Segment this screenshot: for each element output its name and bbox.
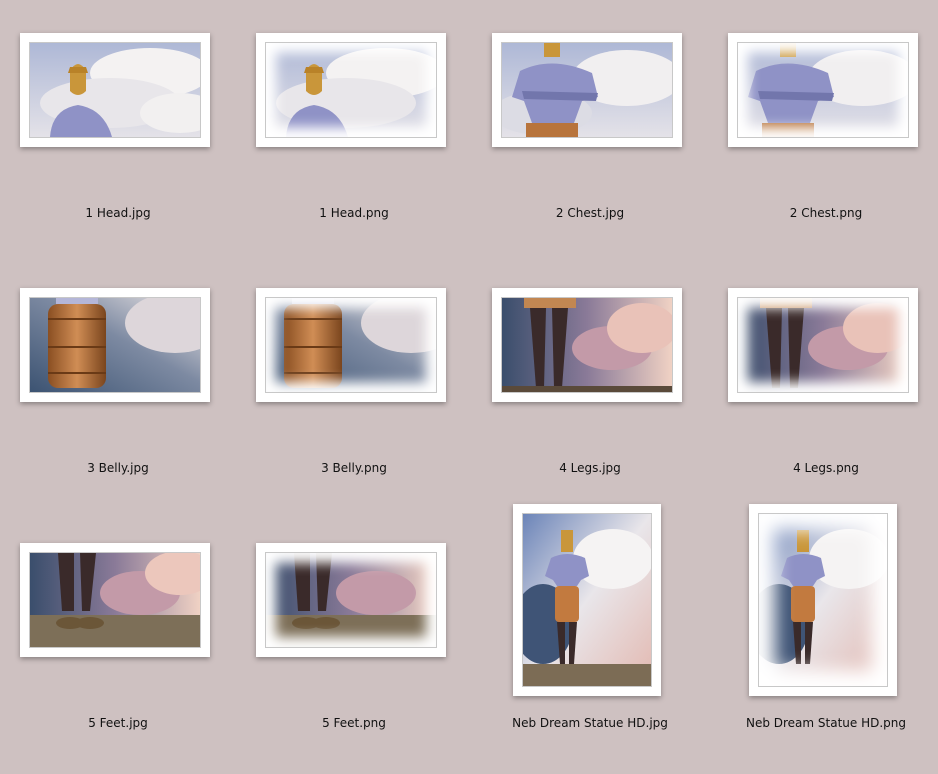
image-thumbnail[interactable] — [492, 33, 682, 147]
image-thumbnail[interactable] — [20, 543, 210, 657]
file-item[interactable]: 5 Feet.png — [236, 510, 472, 765]
feet-image — [265, 552, 437, 648]
file-item[interactable]: 5 Feet.jpg — [0, 510, 236, 765]
full-statue-image — [758, 513, 888, 687]
file-name-label: 3 Belly.jpg — [87, 461, 149, 475]
file-name-label: Neb Dream Statue HD.jpg — [512, 716, 668, 730]
file-item[interactable]: Neb Dream Statue HD.jpg — [472, 504, 708, 765]
file-item[interactable]: 3 Belly.png — [236, 255, 472, 510]
feet-image — [29, 552, 201, 648]
file-name-label: 2 Chest.jpg — [555, 206, 625, 220]
file-item[interactable]: 2 Chest.png — [708, 0, 938, 255]
legs-image — [737, 297, 909, 393]
head-image — [29, 42, 201, 138]
image-thumbnail[interactable] — [513, 504, 661, 696]
file-icon-grid: 1 Head.jpg 1 Head.png 2 Chest.jpg 2 Ches… — [0, 0, 938, 774]
chest-image — [737, 42, 909, 138]
file-name-label: 1 Head.jpg — [85, 206, 151, 220]
file-name-label: 3 Belly.png — [321, 461, 387, 475]
file-name-label: 5 Feet.png — [322, 716, 386, 730]
file-item[interactable]: 2 Chest.jpg — [472, 0, 708, 255]
full-statue-image — [522, 513, 652, 687]
file-name-label: Neb Dream Statue HD.png — [745, 716, 907, 730]
file-name-label: 5 Feet.jpg — [88, 716, 148, 730]
image-thumbnail[interactable] — [256, 33, 446, 147]
belly-image — [265, 297, 437, 393]
legs-image — [501, 297, 673, 393]
file-name-label: 1 Head.png — [319, 206, 389, 220]
file-item[interactable]: 1 Head.png — [236, 0, 472, 255]
belly-image — [29, 297, 201, 393]
file-item[interactable]: 3 Belly.jpg — [0, 255, 236, 510]
file-name-label: 4 Legs.png — [793, 461, 859, 475]
file-name-label: 2 Chest.png — [789, 206, 863, 220]
file-item[interactable]: Neb Dream Statue HD.png — [708, 504, 938, 765]
file-item[interactable]: 1 Head.jpg — [0, 0, 236, 255]
image-thumbnail[interactable] — [256, 543, 446, 657]
image-thumbnail[interactable] — [749, 504, 897, 696]
image-thumbnail[interactable] — [492, 288, 682, 402]
image-thumbnail[interactable] — [20, 33, 210, 147]
chest-image — [501, 42, 673, 138]
file-item[interactable]: 4 Legs.jpg — [472, 255, 708, 510]
image-thumbnail[interactable] — [728, 33, 918, 147]
file-item[interactable]: 4 Legs.png — [708, 255, 938, 510]
image-thumbnail[interactable] — [728, 288, 918, 402]
image-thumbnail[interactable] — [20, 288, 210, 402]
image-thumbnail[interactable] — [256, 288, 446, 402]
head-image — [265, 42, 437, 138]
file-name-label: 4 Legs.jpg — [559, 461, 621, 475]
